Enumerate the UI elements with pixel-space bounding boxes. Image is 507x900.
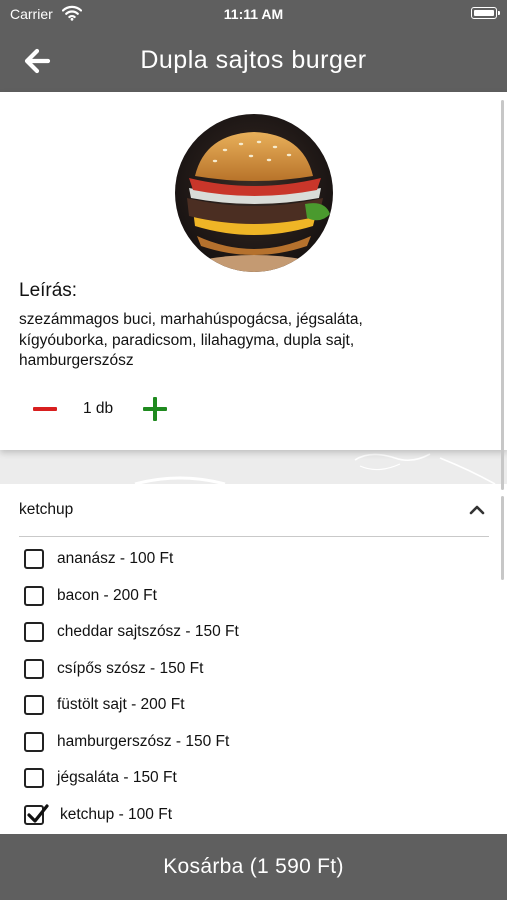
- burger-image: [175, 114, 333, 272]
- options-scrollbar[interactable]: [501, 496, 504, 580]
- checkbox[interactable]: [24, 695, 44, 715]
- increase-quantity-button[interactable]: [142, 394, 170, 424]
- checkbox[interactable]: [24, 622, 44, 642]
- decrease-quantity-button[interactable]: [30, 394, 60, 424]
- add-to-cart-button[interactable]: Kosárba (1 590 Ft): [0, 834, 507, 900]
- background-image-strip: [0, 450, 507, 484]
- battery-icon: [471, 7, 500, 19]
- description-text: szezámmagos buci, marhahúspogácsa, jégsa…: [19, 311, 363, 369]
- checkbox[interactable]: [24, 549, 44, 569]
- option-item-jegsalata[interactable]: jégsaláta - 150 Ft: [24, 763, 464, 793]
- check-icon: [27, 804, 49, 823]
- option-label: cheddar sajtszósz - 150 Ft: [57, 623, 239, 640]
- quantity-stepper: 1 db: [30, 394, 210, 424]
- option-label: ketchup - 100 Ft: [60, 806, 173, 823]
- option-label: bacon - 200 Ft: [57, 587, 157, 604]
- options-dropdown-header[interactable]: ketchup: [19, 484, 489, 537]
- arrow-left-icon: [24, 48, 51, 74]
- option-item-ketchup[interactable]: ketchup - 100 Ft: [24, 800, 464, 830]
- navigation-bar: Dupla sajtos burger: [0, 28, 507, 92]
- option-label: ananász - 100 Ft: [57, 550, 174, 567]
- option-item-bacon[interactable]: bacon - 200 Ft: [24, 581, 464, 611]
- option-item-cheddar-sajtszosz[interactable]: cheddar sajtszósz - 150 Ft: [24, 617, 464, 647]
- chevron-up-icon: [469, 505, 485, 515]
- product-detail-card: Leírás: szezámmagos buci, marhahúspogács…: [0, 92, 507, 450]
- option-item-fustolt-sajt[interactable]: füstölt sajt - 200 Ft: [24, 690, 464, 720]
- checkbox[interactable]: [24, 732, 44, 752]
- option-label: jégsaláta - 150 Ft: [57, 769, 177, 786]
- checkbox[interactable]: [24, 659, 44, 679]
- checkbox-checked[interactable]: [24, 804, 49, 825]
- option-label: hamburgerszósz - 150 Ft: [57, 733, 230, 750]
- options-panel: ketchup ananász - 100 Ft bacon - 200 Ft …: [0, 484, 507, 834]
- checkbox[interactable]: [24, 586, 44, 606]
- option-label: csípős szósz - 150 Ft: [57, 660, 204, 677]
- option-item-hamburgerszosz[interactable]: hamburgerszósz - 150 Ft: [24, 727, 464, 757]
- page-title: Dupla sajtos burger: [140, 46, 367, 74]
- option-label: füstölt sajt - 200 Ft: [57, 696, 185, 713]
- description-heading: Leírás:: [19, 280, 78, 301]
- detail-scrollbar[interactable]: [501, 100, 504, 490]
- option-item-csipos-szosz[interactable]: csípős szósz - 150 Ft: [24, 654, 464, 684]
- status-bar: Carrier 11:11 AM: [0, 0, 507, 28]
- status-time: 11:11 AM: [223, 6, 284, 22]
- options-header-label: ketchup: [19, 501, 74, 518]
- quantity-value: 1 db: [83, 400, 114, 417]
- option-item-ananasz[interactable]: ananász - 100 Ft: [24, 544, 464, 574]
- checkbox[interactable]: [24, 768, 44, 788]
- back-button[interactable]: [18, 44, 58, 78]
